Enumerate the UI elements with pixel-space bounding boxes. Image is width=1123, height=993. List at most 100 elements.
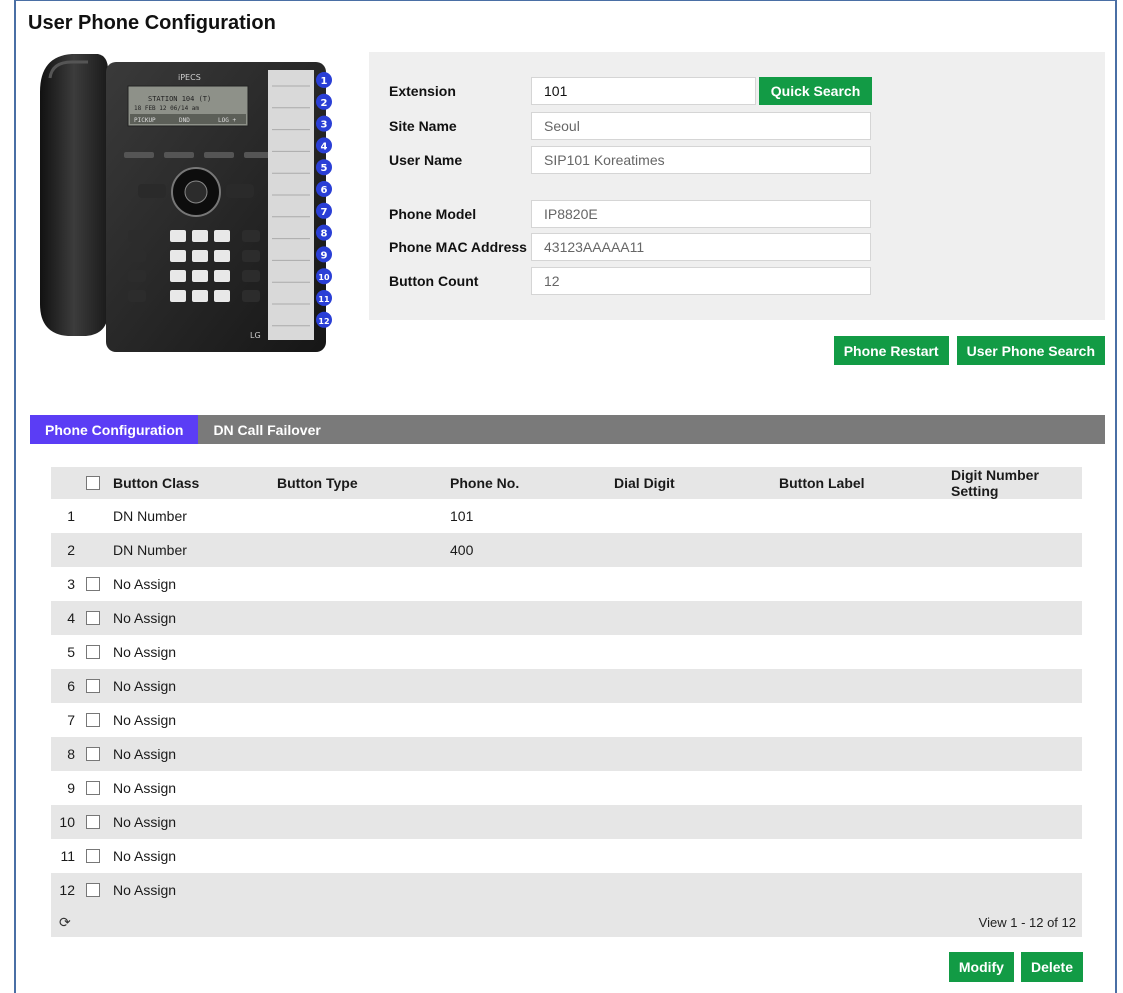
row-checkbox-cell (81, 849, 113, 863)
row-checkbox[interactable] (86, 611, 100, 625)
user-name-row: User Name SIP101 Koreatimes (389, 146, 871, 174)
table-row[interactable]: 7 No Assign (51, 703, 1082, 737)
table-row[interactable]: 11 No Assign (51, 839, 1082, 873)
header-button-type[interactable]: Button Type (273, 475, 436, 491)
header-phone-no[interactable]: Phone No. (436, 475, 599, 491)
row-number: 9 (67, 780, 75, 796)
tab-dn-call-failover[interactable]: DN Call Failover (198, 415, 335, 444)
quick-search-button[interactable]: Quick Search (759, 77, 872, 105)
row-number: 8 (67, 746, 75, 762)
table-row[interactable]: 5 No Assign (51, 635, 1082, 669)
button-number-label: 5 (321, 163, 328, 174)
row-checkbox[interactable] (86, 747, 100, 761)
table-row[interactable]: 10 No Assign (51, 805, 1082, 839)
brand-logo: iPECS (178, 73, 201, 82)
row-checkbox[interactable] (86, 577, 100, 591)
row-checkbox[interactable] (86, 679, 100, 693)
extension-row: Extension 101 Quick Search (389, 77, 872, 105)
table-row[interactable]: 12 No Assign (51, 873, 1082, 907)
row-checkbox[interactable] (86, 781, 100, 795)
row-checkbox-cell (81, 815, 113, 829)
button-class-cell: No Assign (113, 610, 177, 626)
button-number-label: 1 (321, 76, 328, 87)
site-name-label: Site Name (389, 118, 457, 134)
row-checkbox[interactable] (86, 883, 100, 897)
button-class-cell: No Assign (113, 576, 177, 592)
header-checkbox-cell (81, 476, 113, 490)
phone-restart-button[interactable]: Phone Restart (833, 336, 949, 365)
table-row[interactable]: 1 DN Number 101 (51, 499, 1082, 533)
table-row[interactable]: 9 No Assign (51, 771, 1082, 805)
phone-image: iPECS STATION 104 (T) 18 FEB 12 06/14 am… (40, 54, 332, 352)
view-count: View 1 - 12 of 12 (978, 914, 1076, 930)
button-class-cell: No Assign (113, 746, 177, 762)
row-checkbox-cell (81, 679, 113, 693)
phone-model-label: Phone Model (389, 206, 477, 222)
button-number-label: 6 (321, 185, 328, 196)
user-phone-search-button[interactable]: User Phone Search (956, 336, 1105, 365)
user-name-field: SIP101 Koreatimes (531, 146, 871, 174)
header-button-label[interactable]: Button Label (759, 475, 921, 491)
table-row[interactable]: 6 No Assign (51, 669, 1082, 703)
grid-header: Button Class Button Type Phone No. Dial … (51, 467, 1082, 499)
header-digit-number-setting[interactable]: Digit Number Setting (921, 467, 1082, 499)
refresh-icon[interactable]: ⟳ (59, 914, 71, 931)
row-number: 2 (67, 542, 75, 558)
tab-phone-configuration[interactable]: Phone Configuration (30, 415, 199, 444)
row-number: 6 (67, 678, 75, 694)
button-grid: Button Class Button Type Phone No. Dial … (51, 467, 1082, 937)
row-checkbox[interactable] (86, 713, 100, 727)
row-checkbox-cell (81, 645, 113, 659)
display-softkey-2: DND (179, 117, 190, 124)
mac-address-label: Phone MAC Address (389, 239, 527, 255)
modify-button[interactable]: Modify (948, 952, 1014, 982)
table-row[interactable]: 3 No Assign (51, 567, 1082, 601)
site-name-field: Seoul (531, 112, 871, 140)
display-softkey-1: PICKUP (134, 117, 156, 124)
table-row[interactable]: 4 No Assign (51, 601, 1082, 635)
button-count-label: Button Count (389, 273, 479, 289)
button-number-label: 12 (318, 317, 329, 326)
phone-model-row: Phone Model IP8820E (389, 200, 871, 228)
grid-footer: ⟳ View 1 - 12 of 12 (51, 907, 1082, 937)
phone-info-panel: Extension 101 Quick Search Site Name Seo… (369, 52, 1105, 320)
user-name-label: User Name (389, 152, 463, 168)
button-class-cell: No Assign (113, 848, 177, 864)
display-line1: STATION 104 (T) (148, 95, 211, 103)
display-softkey-3: LOG + (218, 117, 236, 124)
button-class-cell: No Assign (113, 780, 177, 796)
row-checkbox-cell (81, 883, 113, 897)
button-number-label: 2 (321, 98, 328, 109)
phone-no-cell: 400 (450, 542, 474, 558)
table-row[interactable]: 2 DN Number 400 (51, 533, 1082, 567)
delete-button[interactable]: Delete (1020, 952, 1083, 982)
button-number-label: 3 (321, 120, 328, 131)
row-number: 12 (59, 882, 75, 898)
header-dial-digit[interactable]: Dial Digit (599, 475, 759, 491)
table-row[interactable]: 8 No Assign (51, 737, 1082, 771)
page-title: User Phone Configuration (28, 12, 276, 34)
maker-logo: LG (250, 331, 261, 340)
header-button-class[interactable]: Button Class (113, 475, 273, 491)
row-number: 10 (59, 814, 75, 830)
row-checkbox[interactable] (86, 849, 100, 863)
row-checkbox[interactable] (86, 815, 100, 829)
button-class-cell: No Assign (113, 678, 177, 694)
row-number: 7 (67, 712, 75, 728)
row-checkbox-cell (81, 577, 113, 591)
extension-label: Extension (389, 83, 456, 99)
row-number: 11 (60, 848, 75, 864)
select-all-checkbox[interactable] (86, 476, 100, 490)
row-checkbox[interactable] (86, 645, 100, 659)
button-class-cell: No Assign (113, 882, 177, 898)
phone-no-cell: 101 (450, 508, 474, 524)
row-checkbox-cell (81, 747, 113, 761)
tab-bar: Phone Configuration DN Call Failover (30, 415, 1105, 444)
button-class-cell: No Assign (113, 644, 177, 660)
site-name-row: Site Name Seoul (389, 112, 871, 140)
button-count-field: 12 (531, 267, 871, 295)
row-number: 5 (67, 644, 75, 660)
extension-input[interactable]: 101 (531, 77, 756, 105)
phone-actions: Phone Restart User Phone Search (833, 336, 1105, 365)
button-count-row: Button Count 12 (389, 267, 871, 295)
